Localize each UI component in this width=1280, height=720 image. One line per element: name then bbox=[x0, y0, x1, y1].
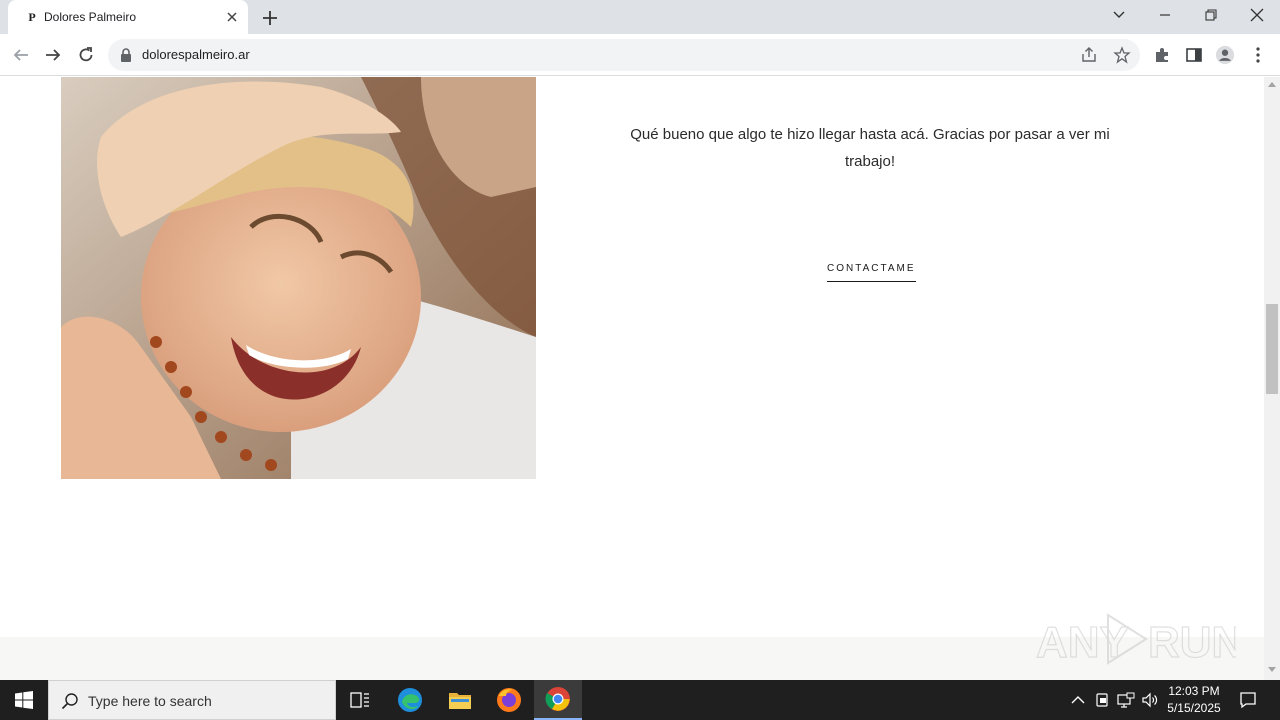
windows-taskbar: Type here to search 12:03 PM 5/15/2025 bbox=[0, 680, 1280, 720]
scroll-up-arrow-icon[interactable] bbox=[1268, 81, 1276, 87]
watermark-logo: ANY RUN bbox=[1036, 613, 1236, 668]
firefox-icon[interactable] bbox=[485, 680, 533, 720]
address-bar[interactable]: dolorespalmeiro.ar bbox=[108, 39, 1140, 71]
profile-avatar-icon[interactable] bbox=[1215, 45, 1235, 65]
scroll-down-arrow-icon[interactable] bbox=[1268, 667, 1276, 673]
windows-start-icon[interactable] bbox=[0, 680, 48, 720]
lock-icon[interactable] bbox=[120, 48, 132, 62]
browser-menu-icon[interactable] bbox=[1248, 45, 1268, 65]
search-placeholder: Type here to search bbox=[88, 693, 212, 709]
restore-icon[interactable] bbox=[1188, 0, 1234, 30]
file-explorer-icon[interactable] bbox=[436, 680, 484, 720]
reload-icon[interactable] bbox=[73, 42, 99, 68]
chrome-icon[interactable] bbox=[534, 680, 582, 720]
new-tab-icon[interactable] bbox=[260, 8, 280, 28]
clock-time: 12:03 PM bbox=[1168, 684, 1220, 698]
tray-chevron-up-icon[interactable] bbox=[1068, 690, 1088, 710]
task-view-icon[interactable] bbox=[336, 680, 384, 720]
favicon: P bbox=[28, 10, 36, 24]
extensions-puzzle-icon[interactable] bbox=[1152, 45, 1172, 65]
side-panel-icon[interactable] bbox=[1184, 45, 1204, 65]
bookmark-star-icon[interactable] bbox=[1113, 46, 1131, 64]
contact-button[interactable]: CONTACTAME bbox=[827, 263, 916, 282]
share-icon[interactable] bbox=[1080, 46, 1098, 64]
meet-now-icon[interactable] bbox=[1093, 690, 1113, 710]
taskbar-search-box[interactable]: Type here to search bbox=[48, 680, 336, 720]
network-icon[interactable] bbox=[1116, 690, 1136, 710]
system-clock[interactable]: 12:03 PM 5/15/2025 bbox=[1160, 683, 1228, 717]
page-viewport: Qué bueno que algo te hizo llegar hasta … bbox=[0, 77, 1264, 680]
tab-search-chevron-icon[interactable] bbox=[1096, 0, 1142, 30]
scroll-thumb[interactable] bbox=[1266, 304, 1278, 394]
svg-text:RUN: RUN bbox=[1148, 618, 1236, 667]
browser-titlebar: P Dolores Palmeiro bbox=[0, 0, 1280, 34]
portrait-photo-icon bbox=[61, 77, 536, 479]
browser-toolbar: dolorespalmeiro.ar bbox=[0, 34, 1280, 76]
edge-icon[interactable] bbox=[386, 680, 434, 720]
search-icon bbox=[61, 693, 78, 710]
close-window-icon[interactable] bbox=[1234, 0, 1280, 30]
browser-tab[interactable]: P Dolores Palmeiro bbox=[8, 0, 248, 34]
url-text[interactable]: dolorespalmeiro.ar bbox=[142, 47, 250, 62]
close-tab-icon[interactable] bbox=[224, 9, 240, 25]
hero-photo bbox=[61, 77, 536, 479]
minimize-icon[interactable] bbox=[1142, 0, 1188, 30]
forward-icon[interactable] bbox=[40, 42, 66, 68]
page-scrollbar[interactable] bbox=[1264, 77, 1280, 680]
tab-title: Dolores Palmeiro bbox=[44, 10, 137, 24]
clock-date: 5/15/2025 bbox=[1167, 701, 1221, 715]
back-icon[interactable] bbox=[8, 42, 34, 68]
intro-text: Qué bueno que algo te hizo llegar hasta … bbox=[630, 126, 1110, 170]
volume-icon[interactable] bbox=[1140, 690, 1160, 710]
notifications-icon[interactable] bbox=[1238, 690, 1258, 710]
